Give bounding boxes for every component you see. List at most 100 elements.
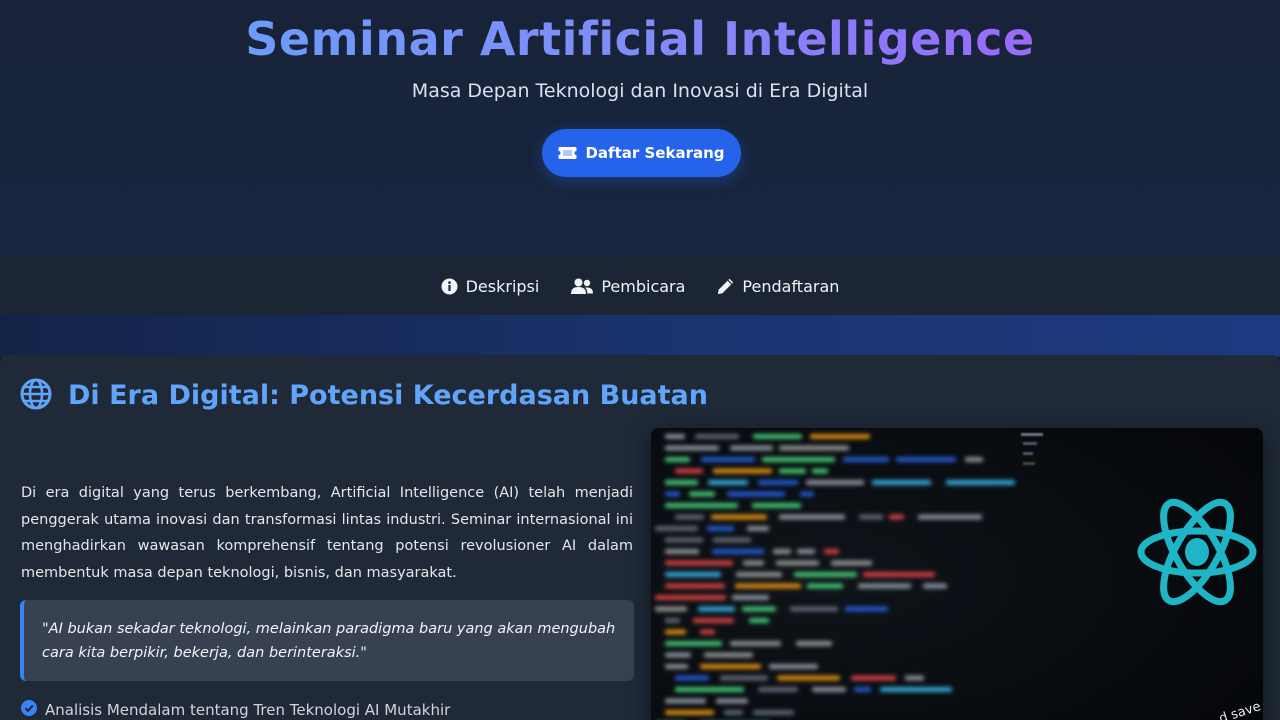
nav-item-pembicara[interactable]: Pembicara [571,277,685,296]
code-line-segment [753,434,802,439]
code-screen-image: d save to [651,428,1263,720]
code-line-segment [693,618,734,623]
code-line-segment [700,629,715,635]
code-line-segment [758,480,798,485]
code-line-segment [665,445,719,451]
quote-text: "AI bukan sekadar teknologi, melainkan p… [42,621,616,661]
code-line-segment [716,698,748,704]
code-line-segment [965,457,983,462]
code-line-segment [695,434,739,439]
info-circle-icon [441,278,458,295]
code-line-segment [889,514,904,520]
users-icon [571,278,594,295]
code-line-segment [689,491,715,497]
section-title: Di Era Digital: Potensi Kecerdasan Buata… [68,380,708,411]
code-line-segment [675,687,744,692]
code-line-segment [777,675,840,681]
code-line-segment [776,560,819,566]
code-line-segment [707,526,734,531]
register-now-label: Daftar Sekarang [585,144,725,162]
code-line-segment [665,457,690,462]
main-navigation: Deskripsi Pembicara Pendaftaran [0,258,1280,315]
code-line-segment [794,572,857,577]
code-line-segment [711,514,767,520]
pencil-icon [717,278,734,295]
register-now-button[interactable]: Daftar Sekarang [542,129,741,177]
code-line-segment [743,560,764,566]
nav-item-label: Pendaftaran [742,277,840,296]
code-line-segment [665,629,686,635]
code-line-segment [665,537,703,543]
code-line-segment [665,549,699,554]
code-line-segment [665,560,733,566]
code-line-segment [742,606,776,612]
code-line-segment [905,675,924,681]
hero-section: Seminar Artificial Intelligence Masa Dep… [0,0,1280,258]
code-line-segment [655,595,726,600]
code-line-segment [665,710,714,715]
feature-label: Analisis Mendalam tentang Tren Teknologi… [45,701,451,719]
code-line-segment [732,595,769,600]
code-line-segment [712,549,764,554]
code-line-segment [675,514,704,520]
code-line-segment [779,468,806,474]
code-line-segment [796,641,832,646]
code-line-segment [812,687,846,692]
code-line-segment [665,491,680,497]
code-line-segment [806,480,864,485]
section-heading: Di Era Digital: Potensi Kecerdasan Buata… [20,378,708,414]
hero-subtitle: Masa Depan Teknologi dan Inovasi di Era … [411,80,869,102]
code-line-segment [701,457,755,462]
code-line-segment [758,687,798,692]
code-line-segment [779,445,849,451]
code-line-segment [863,572,935,577]
code-line-segment [946,480,1015,485]
code-line-segment [730,445,773,451]
code-line-segment [896,457,956,462]
code-line-segment [851,675,896,681]
nav-item-label: Deskripsi [465,277,540,296]
nav-item-pendaftaran[interactable]: Pendaftaran [717,277,839,296]
code-line-segment [845,606,888,612]
feature-list-item: Analisis Mendalam tentang Tren Teknologi… [21,700,450,720]
code-line-segment [843,457,889,462]
code-line-segment [736,572,782,577]
decorative-band [0,315,1280,357]
code-line-segment [675,675,709,681]
code-line-segment [700,664,761,669]
code-line-segment [665,618,680,623]
code-line-segment [812,468,828,474]
code-line-segment [769,664,818,669]
code-line-segment [727,491,785,497]
code-line-segment [713,537,751,543]
code-line-segment [872,480,931,485]
ticket-icon [558,146,577,160]
code-line-segment [859,514,883,520]
code-line-segment [665,664,688,669]
code-line-segment [807,583,843,589]
code-line-segment [800,491,814,497]
code-line-segment [665,641,722,646]
code-line-segment [698,606,735,612]
code-line-segment [831,560,872,566]
check-circle-icon [21,700,37,720]
nav-item-deskripsi[interactable]: Deskripsi [441,277,540,296]
code-line-segment [858,583,911,589]
code-line-segment [797,549,815,554]
code-line-segment [779,514,845,520]
code-line-segment [810,434,870,439]
code-line-segment [880,687,952,692]
code-line-segment [773,549,791,554]
code-line-segment [665,583,725,589]
code-line-segment [655,526,698,531]
code-line-segment [713,468,772,474]
code-line-segment [752,503,801,508]
code-line-segment [730,641,781,646]
code-line-segment [665,572,721,577]
code-line-segment [720,675,768,681]
code-line-segment [923,583,947,589]
code-line-segment [665,698,706,704]
code-line-segment [918,514,982,520]
code-line-segment [824,549,839,554]
code-line-segment [708,480,748,485]
